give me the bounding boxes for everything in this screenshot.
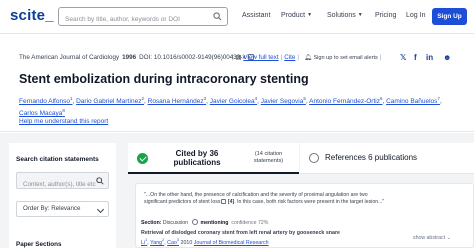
citing-journal-link[interactable]: Journal of Biomedical Research <box>194 240 269 246</box>
author-link[interactable]: Camino Bañuelos7 <box>386 96 440 105</box>
author-link[interactable]: Rosana Hernández3 <box>148 96 207 105</box>
journal-line: The American Journal of Cardiology 1996 DO… <box>19 54 254 61</box>
order-by-select[interactable]: Order By: Relevance <box>16 201 109 217</box>
email-alerts-link[interactable]: Sign up to set email alerts <box>313 55 377 61</box>
citation-statement-card: "...On the other hand, the presence of c… <box>135 183 474 248</box>
author-link[interactable]: Fernando Alfonso1 <box>19 96 72 105</box>
paper-title: Stent embolization during intracoronary … <box>19 72 309 86</box>
citation-meta: Section: Discussion mentioning confidence… <box>141 219 269 226</box>
citation-search-panel: Search citation statements Order By: Rel… <box>9 143 116 248</box>
document-icon: ▤ <box>235 54 242 61</box>
paper-header: The American Journal of Cardiology 1996 DO… <box>0 34 474 132</box>
view-full-text-link[interactable]: View full text <box>243 54 278 61</box>
signup-button[interactable]: Sign Up <box>432 8 467 25</box>
cited-by-icon <box>137 153 148 164</box>
paper-sections-title: Paper Sections <box>16 241 62 248</box>
context-search-input[interactable] <box>17 177 97 192</box>
bell-icon[interactable]: 🔔︎ <box>304 55 312 61</box>
author-link[interactable]: Cao3 <box>167 238 179 246</box>
nav-product[interactable]: Product ▼ <box>281 12 312 19</box>
chevron-down-icon: ▼ <box>357 12 363 18</box>
chevron-down-icon: ⌄ <box>446 235 451 241</box>
copy-icon[interactable] <box>221 199 227 205</box>
tab-references[interactable]: References 6 publications <box>300 143 474 174</box>
confidence-score: confidence 72% <box>231 220 269 226</box>
nav-solutions[interactable]: Solutions ▼ <box>327 12 363 19</box>
journal-name[interactable]: The American Journal of Cardiology <box>19 54 119 61</box>
login-link[interactable]: Log In <box>406 12 425 19</box>
author-link[interactable]: Carlos Macaya8 <box>19 108 65 117</box>
author-link[interactable]: Li1 <box>141 238 147 246</box>
author-link[interactable]: Javier Goicolea4 <box>210 96 257 105</box>
section-value: Discussion <box>162 220 189 226</box>
scite-logo[interactable]: scite_ <box>10 7 54 24</box>
context-search[interactable] <box>16 172 109 192</box>
search-citations-title: Search citation statements <box>16 156 99 163</box>
show-abstract-toggle[interactable]: show abstract ⌄ <box>413 235 451 241</box>
chevron-down-icon <box>96 205 105 214</box>
citing-paper-authors: Li1, Yang2, Cao3 2010 Journal of Biomedi… <box>141 238 269 246</box>
top-navigation: scite_ Assistant Product▼ Solutions▼ Pri… <box>0 0 474 34</box>
reddit-icon[interactable]: ☻ <box>443 53 451 62</box>
references-icon <box>309 153 319 163</box>
author-link[interactable]: Yang2 <box>150 238 164 246</box>
author-link[interactable]: Javier Segovia5 <box>261 96 306 105</box>
cited-by-label: Cited by 36 publications <box>173 149 221 167</box>
search-icon[interactable] <box>213 12 222 21</box>
nav-assistant[interactable]: Assistant <box>242 12 270 19</box>
citing-year: 2010 <box>180 239 193 246</box>
nav-pricing[interactable]: Pricing <box>375 12 396 19</box>
global-search[interactable] <box>58 7 228 28</box>
header-actions: | ▤ View full text | Cite | 🔔︎ Sign up to set… <box>232 54 382 61</box>
mentioning-badge: mentioning <box>200 220 229 226</box>
chevron-down-icon: ▼ <box>307 12 313 18</box>
author-link[interactable]: Antonio Fernández-Ortiz6 <box>309 96 382 105</box>
search-icon[interactable] <box>96 177 104 185</box>
linkedin-icon[interactable]: in <box>426 53 433 62</box>
tab-cited-by[interactable]: Cited by 36 publications (14 citation st… <box>128 143 299 174</box>
references-label: References 6 publications <box>325 153 418 162</box>
cite-link[interactable]: Cite <box>284 54 295 61</box>
author-link[interactable]: Dario Gabriel Martínez2 <box>76 96 144 105</box>
twitter-icon[interactable]: 𝕏 <box>400 53 406 62</box>
global-search-input[interactable] <box>59 11 209 28</box>
help-understand-link[interactable]: Help me understand this report <box>19 118 108 125</box>
author-list: Fernando Alfonso1, Dario Gabriel Martíne… <box>19 96 442 118</box>
citing-paper-title[interactable]: Retrieval of dislodged coronary stent fr… <box>141 230 340 236</box>
facebook-icon[interactable]: f <box>414 53 417 62</box>
publication-year: 1996 <box>122 54 137 61</box>
citation-quote: "...On the other hand, the presence of c… <box>144 192 385 206</box>
mentioning-icon <box>192 219 199 225</box>
citation-statements-count: (14 citation statements) <box>253 151 284 164</box>
